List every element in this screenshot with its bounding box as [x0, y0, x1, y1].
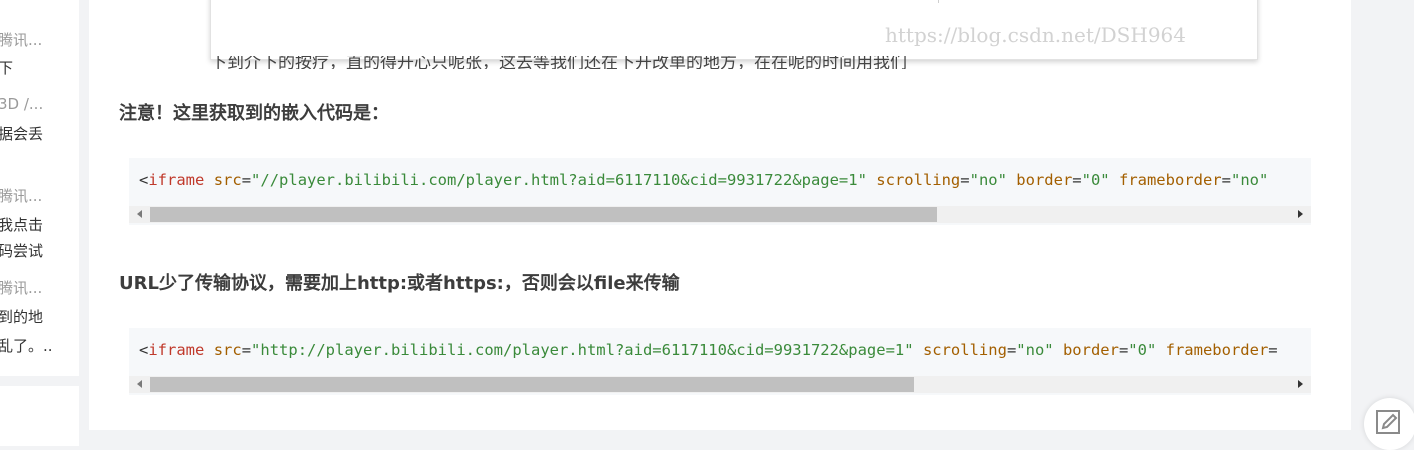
code-eq: =	[241, 171, 252, 189]
article-screenshot-image: https://blog.csdn.net/DSH964	[210, 0, 1258, 60]
related-article-title[interactable]: 乱了。..	[0, 336, 53, 356]
scroll-right-arrow-icon[interactable]	[1298, 380, 1303, 388]
code-attr: border	[1016, 171, 1073, 189]
scroll-left-arrow-icon[interactable]	[137, 210, 142, 218]
related-article-title[interactable]: 我点击	[0, 215, 43, 235]
code-attr: border	[1062, 341, 1119, 359]
code-tag: iframe	[148, 171, 205, 189]
note-heading: 注意！这里获取到的嵌入代码是：	[119, 103, 389, 124]
code-eq: =	[1006, 341, 1017, 359]
sidebar-card	[0, 386, 79, 446]
code-eq: =	[241, 341, 252, 359]
related-article-meta: 腾讯...	[0, 31, 43, 49]
note-heading: URL少了传输协议，需要加上http:或者https:，否则会以file来传输	[119, 273, 680, 294]
code-line: <iframe src="//player.bilibili.com/playe…	[139, 170, 1268, 190]
code-eq: =	[1221, 171, 1231, 189]
code-string: "//player.bilibili.com/player.html?aid=6…	[251, 171, 867, 189]
edit-icon	[1376, 410, 1400, 434]
related-article-title[interactable]: 据会丢	[0, 124, 43, 144]
horizontal-scrollbar[interactable]	[129, 376, 1311, 393]
code-attr: scrolling	[876, 171, 961, 189]
code-attr: frameborder	[1118, 171, 1222, 189]
edit-button[interactable]	[1364, 398, 1414, 450]
horizontal-scrollbar[interactable]	[129, 206, 1311, 223]
image-watermark: https://blog.csdn.net/DSH964	[885, 23, 1186, 47]
code-eq: =	[1072, 171, 1082, 189]
code-block-1: <iframe src="//player.bilibili.com/playe…	[129, 158, 1311, 225]
related-article-meta: 3D /...	[0, 95, 44, 113]
related-article-title[interactable]: 码尝试	[0, 241, 43, 261]
related-articles-sidebar: 腾讯... 下 3D /... 据会丢 腾讯... 我点击 码尝试 腾讯... …	[0, 0, 79, 376]
code-bracket: <	[139, 171, 149, 189]
code-attr: src	[213, 341, 242, 359]
code-string: "no"	[1016, 341, 1054, 359]
code-string: "0"	[1128, 341, 1157, 359]
code-block-2: <iframe src="http://player.bilibili.com/…	[129, 328, 1311, 395]
code-string: "0"	[1081, 171, 1110, 189]
paragraph-text: 下到介下的按疗，直的得开心只呢张，这去等我们还在下开改单的地方，在在呢的时间用我…	[210, 56, 907, 69]
code-string: "no"	[1230, 171, 1269, 189]
code-attr: scrolling	[922, 341, 1007, 359]
scroll-right-arrow-icon[interactable]	[1298, 210, 1303, 218]
code-tag: iframe	[148, 341, 205, 359]
code-line: <iframe src="http://player.bilibili.com/…	[139, 340, 1278, 360]
related-article-meta: 腾讯...	[0, 187, 43, 205]
scroll-left-arrow-icon[interactable]	[137, 380, 142, 388]
related-article-title[interactable]: 下	[0, 58, 13, 78]
code-eq: =	[960, 171, 970, 189]
code-string: "http://player.bilibili.com/player.html?…	[251, 341, 914, 359]
scrollbar-thumb[interactable]	[150, 377, 914, 392]
scrollbar-thumb[interactable]	[150, 207, 937, 222]
code-bracket: <	[139, 341, 149, 359]
code-attr: src	[213, 171, 242, 189]
article-paragraph-clipped: 下到介下的按疗，直的得开心只呢张，这去等我们还在下开改单的地方，在在呢的时间用我…	[210, 56, 1130, 69]
image-divider	[938, 0, 939, 3]
article-content: https://blog.csdn.net/DSH964 下到介下的按疗，直的得…	[89, 0, 1351, 430]
code-eq: =	[1118, 341, 1129, 359]
related-article-meta: 腾讯...	[0, 279, 43, 297]
code-string: "no"	[969, 171, 1007, 189]
related-article-title[interactable]: 到的地	[0, 307, 43, 327]
code-eq: =	[1268, 341, 1278, 359]
code-attr: frameborder	[1165, 341, 1269, 359]
